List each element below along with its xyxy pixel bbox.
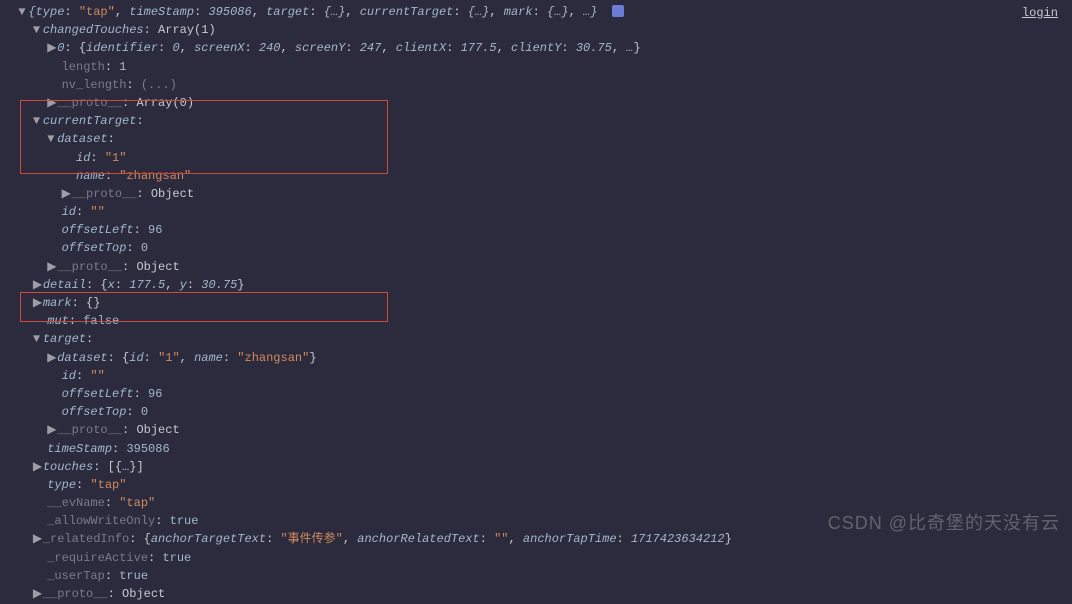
dataset-id: id: "1" — [0, 150, 1072, 168]
target[interactable]: ▼target: — [0, 331, 1072, 349]
info-badge-icon[interactable] — [612, 5, 624, 17]
require-active: _requireActive: true — [0, 550, 1072, 568]
offset-top: offsetTop: 0 — [0, 240, 1072, 258]
mark[interactable]: ▶mark: {} — [0, 295, 1072, 313]
expand-arrow-down-icon[interactable]: ▼ — [33, 113, 43, 129]
user-tap: _userTap: true — [0, 568, 1072, 586]
proto-object-2[interactable]: ▶__proto__: Object — [0, 259, 1072, 277]
expand-arrow-right-icon[interactable]: ▶ — [33, 531, 43, 547]
expand-arrow-right-icon[interactable]: ▶ — [33, 459, 43, 475]
touches[interactable]: ▶touches: [{…}] — [0, 459, 1072, 477]
login-link[interactable]: login — [1022, 6, 1058, 20]
target-id: id: "" — [0, 368, 1072, 386]
id-empty: id: "" — [0, 204, 1072, 222]
target-offset-top: offsetTop: 0 — [0, 404, 1072, 422]
expand-arrow-right-icon[interactable]: ▶ — [47, 350, 57, 366]
expand-arrow-right-icon[interactable]: ▶ — [33, 277, 43, 293]
nv-length-prop[interactable]: nv_length: (...) — [0, 77, 1072, 95]
expand-arrow-down-icon[interactable]: ▼ — [18, 4, 28, 20]
type-prop: type: "tap" — [0, 477, 1072, 495]
expand-arrow-right-icon[interactable]: ▶ — [33, 586, 43, 602]
expand-arrow-down-icon[interactable]: ▼ — [47, 131, 57, 147]
current-target[interactable]: ▼currentTarget: — [0, 113, 1072, 131]
expand-arrow-right-icon[interactable]: ▶ — [33, 295, 43, 311]
dataset[interactable]: ▼dataset: — [0, 131, 1072, 149]
expand-arrow-right-icon[interactable]: ▶ — [47, 95, 57, 111]
changed-touches[interactable]: ▼changedTouches: Array(1) — [0, 22, 1072, 40]
proto-array[interactable]: ▶__proto__: Array(0) — [0, 95, 1072, 113]
offset-left: offsetLeft: 96 — [0, 222, 1072, 240]
target-offset-left: offsetLeft: 96 — [0, 386, 1072, 404]
detail[interactable]: ▶detail: {x: 177.5, y: 30.75} — [0, 277, 1072, 295]
expand-arrow-down-icon[interactable]: ▼ — [33, 331, 43, 347]
length-prop: length: 1 — [0, 59, 1072, 77]
dataset-name: name: "zhangsan" — [0, 168, 1072, 186]
timestamp: timeStamp: 395086 — [0, 441, 1072, 459]
touch-item-0[interactable]: ▶0: {identifier: 0, screenX: 240, screen… — [0, 40, 1072, 58]
expand-arrow-right-icon[interactable]: ▶ — [47, 259, 57, 275]
target-dataset[interactable]: ▶dataset: {id: "1", name: "zhangsan"} — [0, 350, 1072, 368]
object-root[interactable]: ▼{type: "tap", timeStamp: 395086, target… — [0, 4, 1072, 22]
expand-arrow-right-icon[interactable]: ▶ — [47, 40, 57, 56]
proto-object-4[interactable]: ▶__proto__: Object — [0, 586, 1072, 604]
watermark: CSDN @比奇堡的天没有云 — [828, 509, 1060, 535]
mut: mut: false — [0, 313, 1072, 331]
expand-arrow-right-icon[interactable]: ▶ — [47, 422, 57, 438]
expand-arrow-down-icon[interactable]: ▼ — [33, 22, 43, 38]
proto-object[interactable]: ▶__proto__: Object — [0, 186, 1072, 204]
expand-arrow-right-icon[interactable]: ▶ — [62, 186, 72, 202]
proto-object-3[interactable]: ▶__proto__: Object — [0, 422, 1072, 440]
